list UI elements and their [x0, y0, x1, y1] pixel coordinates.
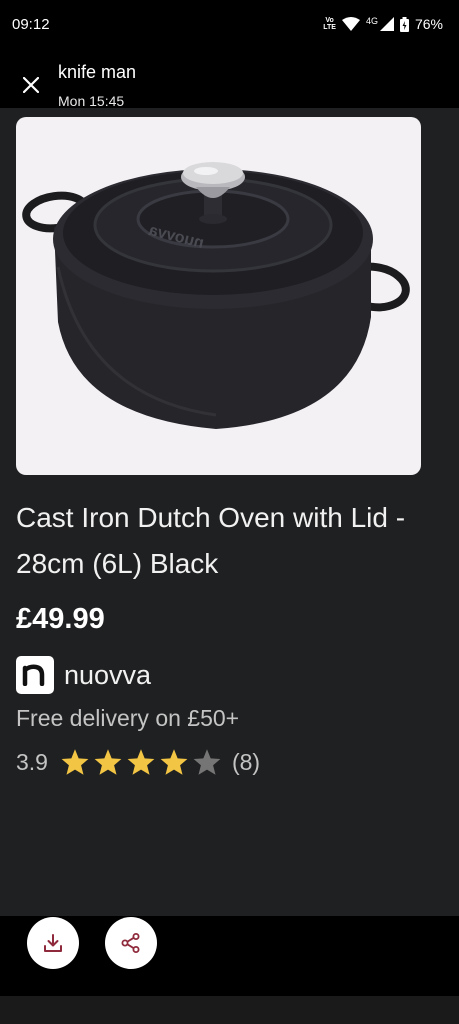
message-timestamp: Mon 15:45	[58, 93, 125, 109]
chat-header: knife man Mon 15:45	[0, 48, 459, 109]
dutch-oven-image: nuovva	[22, 162, 410, 429]
download-button[interactable]	[27, 917, 79, 969]
product-title[interactable]: Cast Iron Dutch Oven with Lid - 28cm (6L…	[16, 495, 436, 587]
star-empty-icon	[193, 749, 221, 775]
wifi-icon	[341, 17, 360, 31]
status-time: 09:12	[12, 15, 50, 33]
battery-percent: 76%	[414, 16, 443, 32]
battery-icon	[399, 16, 409, 32]
product-image[interactable]: nuovva	[16, 117, 421, 475]
sender-name: knife man	[58, 62, 137, 82]
star-filled-icon	[94, 749, 122, 775]
rating-row: 3.9 (8)	[16, 748, 260, 776]
share-button[interactable]	[105, 917, 157, 969]
star-filled-icon	[160, 749, 188, 775]
merchant-logo	[16, 656, 54, 694]
share-icon	[121, 933, 140, 953]
close-button[interactable]	[16, 70, 46, 100]
product-price: £49.99	[16, 603, 105, 635]
merchant-row[interactable]: nuovva	[16, 656, 151, 694]
status-bar: 09:12 Vo LTE 4G 76%	[0, 0, 459, 48]
rating-stars	[60, 748, 222, 776]
star-filled-icon	[61, 749, 89, 775]
rating-value: 3.9	[16, 748, 48, 775]
bottom-strip	[0, 996, 459, 1024]
volte-indicator: Vo LTE	[323, 17, 336, 31]
rating-count: (8)	[231, 748, 261, 775]
signal-icon	[379, 17, 394, 31]
network-type: 4G	[365, 16, 378, 26]
delivery-info: Free delivery on £50+	[16, 705, 240, 731]
close-icon	[23, 77, 39, 93]
volte-bottom-label: LTE	[323, 24, 336, 31]
download-icon	[44, 934, 62, 952]
nuovva-logo-icon	[22, 664, 45, 686]
volte-top-label: Vo	[325, 17, 334, 24]
status-icons: Vo LTE 4G 76%	[323, 16, 443, 32]
merchant-name: nuovva	[64, 659, 152, 690]
star-filled-icon	[127, 749, 155, 775]
